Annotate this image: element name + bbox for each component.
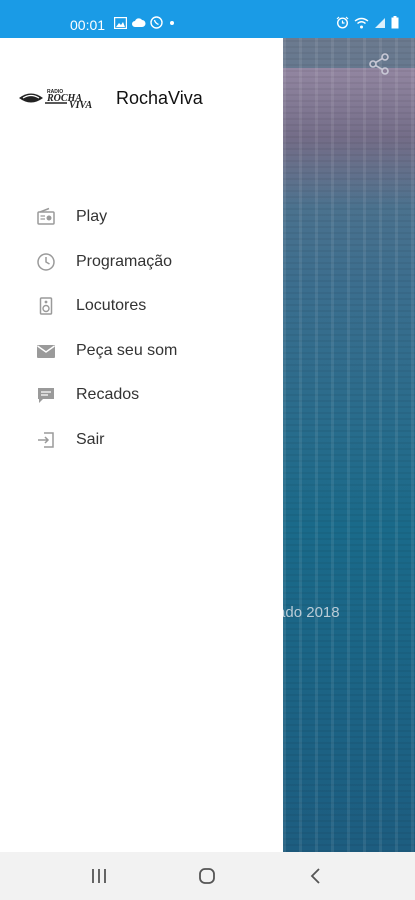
menu-label-peca-seu-som: Peça seu som xyxy=(76,341,178,359)
recents-icon[interactable] xyxy=(89,866,109,891)
status-left-icons xyxy=(114,16,177,29)
app-name: RochaViva xyxy=(116,88,203,108)
whatsapp-icon xyxy=(150,16,163,29)
logo: RADIO ROCHA VIVA xyxy=(17,86,105,115)
navigation-drawer: RADIO ROCHA VIVA RochaViva Play Programa… xyxy=(0,38,283,852)
clock-icon xyxy=(36,252,56,272)
radio-icon xyxy=(36,207,56,227)
system-nav-bar xyxy=(0,852,415,900)
home-icon[interactable] xyxy=(197,866,217,891)
signal-icon xyxy=(374,17,386,29)
svg-text:VIVA: VIVA xyxy=(69,100,92,110)
message-icon xyxy=(36,385,56,405)
menu-item-sair[interactable]: Sair xyxy=(0,418,283,463)
menu-label-locutores: Locutores xyxy=(76,297,147,315)
drawer-header: RADIO ROCHA VIVA RochaViva xyxy=(17,84,277,114)
speaker-icon xyxy=(36,296,56,316)
cloud-icon xyxy=(131,17,146,28)
alarm-icon xyxy=(336,16,349,29)
menu-item-programacao[interactable]: Programação xyxy=(0,240,283,285)
menu-label-sair: Sair xyxy=(76,430,105,448)
menu-label-play: Play xyxy=(76,208,108,226)
menu-item-locutores[interactable]: Locutores xyxy=(0,284,283,329)
menu-item-recados[interactable]: Recados xyxy=(0,373,283,418)
status-time: 00:01 xyxy=(70,17,106,33)
status-right-icons xyxy=(336,16,399,29)
image-icon xyxy=(114,16,127,29)
menu-label-programacao: Programação xyxy=(76,252,173,270)
exit-icon xyxy=(36,430,56,450)
share-icon[interactable] xyxy=(367,52,391,81)
background-stripes xyxy=(283,38,415,852)
battery-icon xyxy=(391,16,399,29)
menu-label-recados: Recados xyxy=(76,386,140,404)
mail-icon xyxy=(36,341,56,361)
wifi-icon xyxy=(354,17,369,29)
back-icon[interactable] xyxy=(306,866,326,891)
dot-icon xyxy=(167,17,177,29)
menu-item-peca-seu-som[interactable]: Peça seu som xyxy=(0,329,283,374)
status-bar: 00:01 xyxy=(0,0,415,38)
menu-item-play[interactable]: Play xyxy=(0,195,283,240)
drawer-menu: Play Programação Locutores Peça seu som … xyxy=(0,195,283,462)
